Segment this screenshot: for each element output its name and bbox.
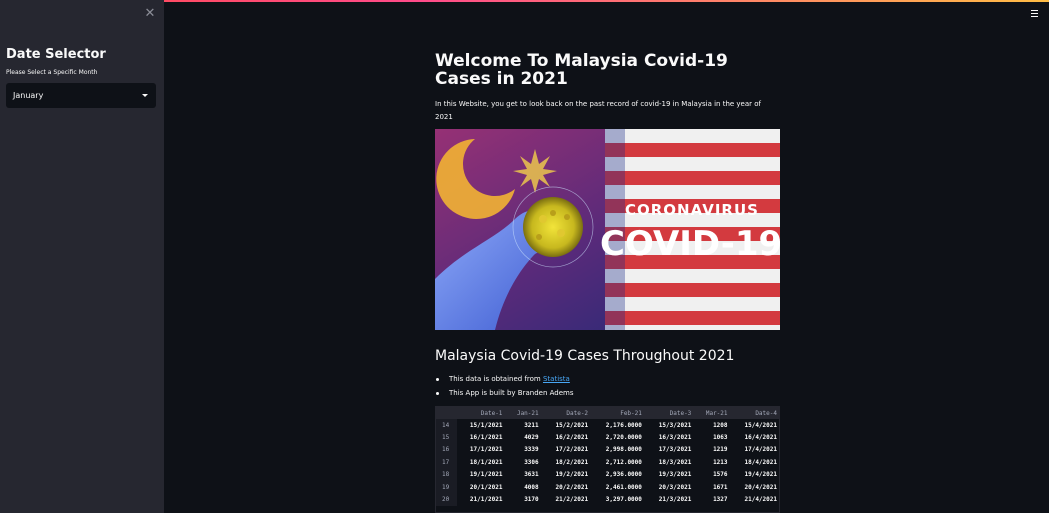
table-cell: 19/2/2021 <box>555 471 589 479</box>
bullet-icon <box>436 392 439 395</box>
info-list: This data is obtained from Statista This… <box>435 372 780 400</box>
table-cell: 3170 <box>524 496 539 504</box>
table-row: 19 20/1/2021 4008 20/2/2021 2,461.0000 2… <box>436 480 779 494</box>
table-cell: 21/1/2021 <box>469 496 503 504</box>
table-cell: 1219 <box>713 446 728 454</box>
table-cell: 20/3/2021 <box>658 483 692 491</box>
table-cell: 18/4/2021 <box>744 458 777 466</box>
table-cell: 16/2/2021 <box>555 434 589 442</box>
hero-image: CORONAVIRUS COVID-19 <box>435 129 780 330</box>
table-cell: 3,297.0000 <box>605 496 642 504</box>
table-cell: 17/2/2021 <box>555 446 589 454</box>
table-row: 15 16/1/2021 4029 16/2/2021 2,720.0000 1… <box>436 431 779 444</box>
table-cell: 18/2/2021 <box>555 458 589 466</box>
column-header[interactable]: Date-2 <box>543 407 592 419</box>
data-table[interactable]: Date-1 Jan-21 Date-2 Feb-21 Date-3 Mar-2… <box>435 406 780 513</box>
column-header[interactable]: Mar-21 <box>695 407 731 419</box>
table-cell: 21/4/2021 <box>744 496 777 504</box>
sidebar: ✕ Date Selector Please Select a Specific… <box>0 0 164 513</box>
table-cell: 17/1/2021 <box>469 446 503 454</box>
hero-line1: CORONAVIRUS <box>625 201 759 219</box>
table-cell: 3339 <box>524 446 539 454</box>
table-cell: 15/1/2021 <box>469 421 503 429</box>
table-row: 14 15/1/2021 3211 15/2/2021 2,176.0000 1… <box>436 419 779 432</box>
column-header[interactable]: Jan-21 <box>506 407 542 419</box>
column-header[interactable]: Date-3 <box>646 407 695 419</box>
bullet-icon <box>436 378 439 381</box>
table-cell: 2,461.0000 <box>605 483 642 491</box>
column-header[interactable] <box>436 407 457 419</box>
table-row: 17 18/1/2021 3306 18/2/2021 2,712.0000 1… <box>436 456 779 469</box>
source-text: This data is obtained from <box>449 375 543 383</box>
table-cell: 19/3/2021 <box>658 471 692 479</box>
table-cell: 17/3/2021 <box>658 446 692 454</box>
hero-line2: COVID-19 <box>600 224 780 264</box>
close-icon[interactable]: ✕ <box>143 7 157 21</box>
table-cell: 21/3/2021 <box>658 496 692 504</box>
row-index: 14 <box>436 419 458 432</box>
table-cell: 1327 <box>713 496 728 504</box>
section-heading: Malaysia Covid-19 Cases Throughout 2021 <box>435 348 735 364</box>
table-cell: 20/1/2021 <box>469 483 503 491</box>
table-cell: 15/4/2021 <box>744 421 777 429</box>
table-header-row: Date-1 Jan-21 Date-2 Feb-21 Date-3 Mar-2… <box>436 407 779 419</box>
table-cell: 1208 <box>713 421 728 429</box>
table-cell: 3211 <box>524 421 539 429</box>
table-cell: 19/1/2021 <box>469 471 503 479</box>
table-row: 16 17/1/2021 3339 17/2/2021 2,998.0000 1… <box>436 443 779 457</box>
table-cell: 16/1/2021 <box>469 434 503 442</box>
column-header[interactable]: Date-4 <box>732 407 779 419</box>
table-cell: 15/3/2021 <box>658 421 692 429</box>
row-index: 15 <box>436 431 458 444</box>
table-cell: 3306 <box>524 458 539 466</box>
table-row: 18 19/1/2021 3631 19/2/2021 2,936.0000 1… <box>436 468 779 481</box>
sidebar-title: Date Selector <box>6 47 106 62</box>
table-cell: 3631 <box>524 471 539 479</box>
table-cell: 1063 <box>713 434 728 442</box>
table-cell: 2,720.0000 <box>605 434 642 442</box>
intro-text: In this Website, you get to look back on… <box>435 100 761 121</box>
table-cell: 16/4/2021 <box>744 434 777 442</box>
month-select[interactable]: January <box>6 83 156 108</box>
table-cell: 16/3/2021 <box>658 434 692 442</box>
table-cell: 21/2/2021 <box>555 496 589 504</box>
table-cell: 2,936.0000 <box>605 471 642 479</box>
table-cell: 20/4/2021 <box>744 483 777 491</box>
table-cell: 1213 <box>713 458 728 466</box>
table-cell: 18/1/2021 <box>469 458 503 466</box>
month-select-value: January <box>13 91 44 100</box>
row-index: 16 <box>436 443 458 457</box>
list-item: This App is built by Branden Adems <box>435 386 780 400</box>
hamburger-menu-icon[interactable] <box>1030 9 1040 19</box>
table-cell: 1576 <box>713 471 728 479</box>
column-header[interactable]: Date-1 <box>457 407 506 419</box>
table-cell: 19/4/2021 <box>744 471 777 479</box>
table-cell: 4008 <box>524 483 539 491</box>
table-cell: 15/2/2021 <box>555 421 589 429</box>
author-text: This App is built by Branden Adems <box>449 389 574 397</box>
list-item: This data is obtained from Statista <box>435 372 780 386</box>
statista-link[interactable]: Statista <box>543 375 570 383</box>
row-index: 18 <box>436 468 458 481</box>
table-row: 20 21/1/2021 3170 21/2/2021 3,297.0000 2… <box>436 493 779 506</box>
row-index: 20 <box>436 493 458 506</box>
row-index: 19 <box>436 480 458 494</box>
table-cell: 20/2/2021 <box>555 483 589 491</box>
row-index: 17 <box>436 456 458 469</box>
column-header[interactable]: Feb-21 <box>592 407 646 419</box>
table-cell: 1671 <box>713 483 728 491</box>
table-cell: 4029 <box>524 434 539 442</box>
month-select-label: Please Select a Specific Month <box>6 69 98 76</box>
page-title: Welcome To Malaysia Covid-19 Cases in 20… <box>435 51 728 89</box>
covid-banner-graphic: CORONAVIRUS COVID-19 <box>435 129 780 330</box>
table-cell: 2,176.0000 <box>605 421 642 429</box>
table-cell: 2,712.0000 <box>605 458 642 466</box>
table-cell: 17/4/2021 <box>744 446 777 454</box>
table-cell: 2,998.0000 <box>605 446 642 454</box>
chevron-down-icon <box>142 94 148 97</box>
table-cell: 18/3/2021 <box>658 458 692 466</box>
